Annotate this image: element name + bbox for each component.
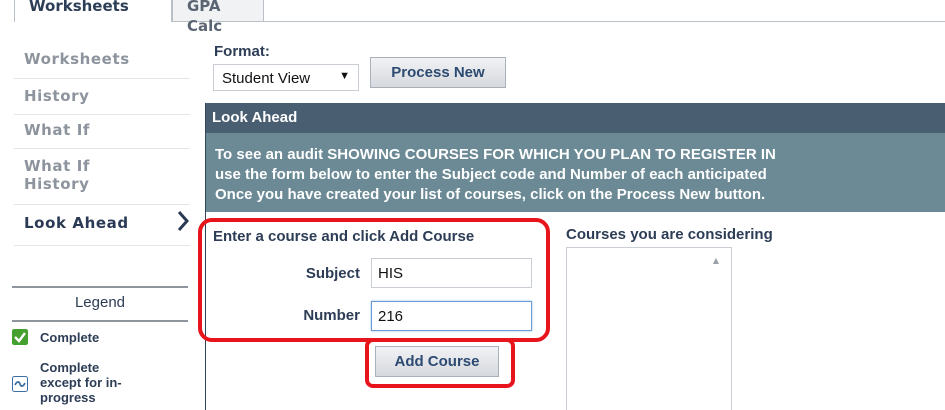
- highlight-add-course: [365, 338, 515, 388]
- legend-complete-label: Complete: [40, 330, 100, 345]
- look-ahead-instructions: To see an audit SHOWING COURSES FOR WHIC…: [205, 133, 945, 212]
- highlight-course-entry: [198, 218, 550, 342]
- instruction-line: To see an audit SHOWING COURSES FOR WHIC…: [215, 146, 776, 163]
- tab-worksheets[interactable]: Worksheets: [14, 0, 172, 22]
- sidebar-item-what-if-history[interactable]: What If History: [24, 157, 144, 193]
- nav-divider: [14, 78, 190, 79]
- considering-list[interactable]: ▲: [566, 247, 732, 410]
- format-select[interactable]: Student View ▼: [213, 64, 359, 91]
- sidebar-item-history[interactable]: History: [24, 87, 89, 105]
- nav-divider: [14, 148, 190, 149]
- sidebar-item-what-if[interactable]: What If: [24, 121, 90, 139]
- legend-title: Legend: [74, 294, 126, 311]
- format-label: Format:: [214, 43, 270, 60]
- caret-down-icon: ▼: [339, 70, 350, 82]
- checkmark-icon: [12, 329, 28, 345]
- nav-divider: [14, 245, 190, 246]
- instruction-line: use the form below to enter the Subject …: [215, 166, 767, 183]
- legend-in-progress-label: Complete except for in-progress: [40, 360, 122, 405]
- tilde-icon: [12, 376, 28, 392]
- instruction-line: Once you have created your list of cours…: [215, 186, 766, 203]
- considering-label: Courses you are considering: [566, 226, 773, 243]
- nav-divider: [14, 204, 190, 205]
- chevron-right-icon: [177, 211, 190, 231]
- process-new-button[interactable]: Process New: [370, 57, 506, 88]
- tab-gpa-calc[interactable]: GPA Calc: [172, 0, 264, 35]
- legend-divider: [12, 320, 188, 322]
- format-selected-value: Student View: [222, 70, 311, 87]
- look-ahead-header: Look Ahead: [205, 103, 945, 133]
- sidebar-item-worksheets[interactable]: Worksheets: [24, 50, 130, 68]
- scroll-up-icon[interactable]: ▲: [713, 256, 719, 265]
- nav-divider: [14, 114, 190, 115]
- tab-divider: [264, 21, 945, 22]
- legend-divider: [12, 286, 188, 288]
- sidebar-item-look-ahead[interactable]: Look Ahead: [24, 214, 129, 232]
